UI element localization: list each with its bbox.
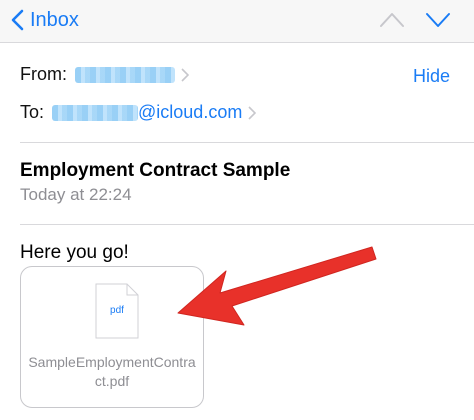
chevron-right-icon: [181, 67, 189, 82]
subject-separator: [20, 224, 474, 225]
chevron-right-icon: [248, 105, 257, 120]
attachment-name-line1: SampleEmploymentContra: [28, 354, 196, 370]
attachment-name-line2: ct.pdf: [94, 373, 130, 389]
nav-bar: Inbox: [0, 0, 474, 43]
attachment-name: SampleEmploymentContra ct.pdf: [21, 353, 203, 391]
to-row: To: @icloud.com: [20, 102, 257, 123]
recipient[interactable]: @icloud.com: [52, 102, 242, 123]
message-date: Today at 22:24: [20, 185, 132, 204]
subject: Employment Contract Sample: [20, 160, 291, 181]
back-button[interactable]: Inbox: [10, 8, 79, 32]
sender-redacted[interactable]: [75, 66, 175, 83]
to-label: To:: [20, 102, 45, 122]
chevron-left-icon: [11, 9, 24, 31]
recipient-domain: @icloud.com: [138, 102, 243, 122]
from-row: From:: [20, 64, 189, 85]
back-label: Inbox: [30, 8, 79, 31]
chevron-down-icon[interactable]: [424, 8, 452, 32]
from-label: From:: [20, 64, 67, 84]
file-extension: pdf: [110, 305, 124, 316]
recipient-redacted: [52, 104, 139, 121]
red-arrow-icon: [177, 246, 377, 326]
message-body: Here you go!: [20, 242, 129, 263]
chevron-up-icon[interactable]: [378, 8, 406, 32]
header-separator: [20, 142, 474, 143]
hide-button[interactable]: Hide: [413, 66, 450, 87]
